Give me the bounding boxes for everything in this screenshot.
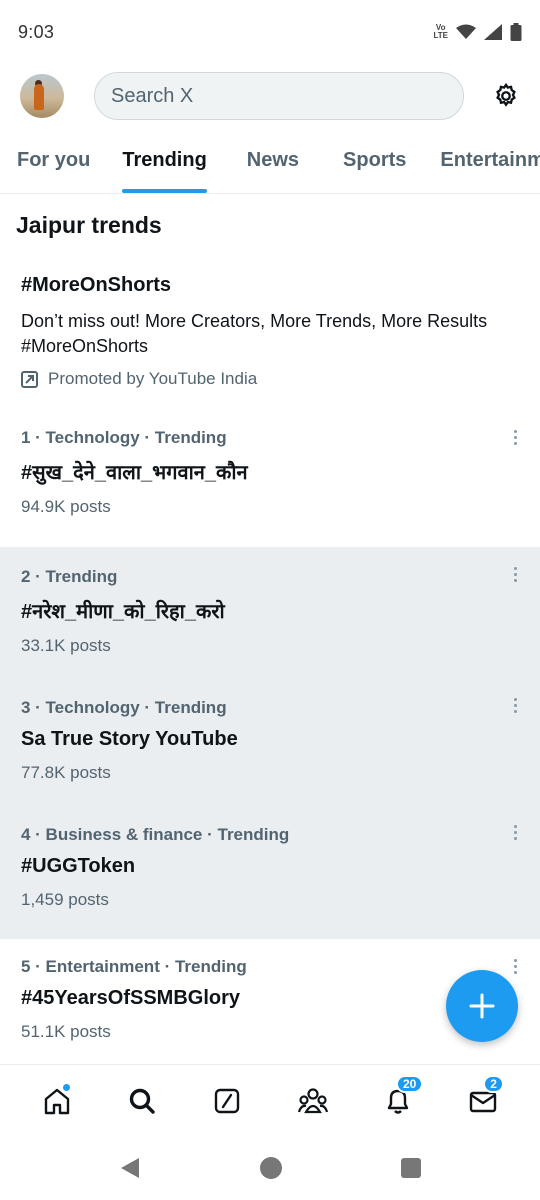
- active-tab-indicator: [122, 189, 207, 193]
- trend-name: Sa True Story YouTube: [21, 728, 238, 750]
- tab-label: Sports: [343, 149, 407, 171]
- promoted-by: Promoted by YouTube India: [21, 369, 520, 389]
- wifi-icon: [456, 24, 476, 39]
- trend-count: 33.1K posts: [21, 636, 111, 655]
- trend-meta: 2 · Trending: [21, 567, 118, 586]
- system-navigation-bar: [0, 1136, 540, 1200]
- signal-icon: [484, 24, 502, 40]
- home-unread-dot: [61, 1082, 71, 1092]
- explore-tabs: For you Trending News Sports Entertainme…: [0, 128, 540, 194]
- trend-name: #सुख_देने_वाला_भगवान_कौन: [21, 462, 248, 484]
- back-icon[interactable]: [119, 1156, 141, 1180]
- promoted-trend[interactable]: #MoreOnShorts Don’t miss out! More Creat…: [0, 256, 540, 416]
- trend-item[interactable]: 1 · Technology · Trending #सुख_देने_वाला…: [0, 416, 540, 547]
- tab-label: News: [246, 149, 300, 171]
- communities-icon: [297, 1087, 328, 1113]
- recents-square-icon[interactable]: [401, 1158, 421, 1178]
- trend-item[interactable]: 2 · Trending #नरेश_मीणा_को_रिहा_करो 33.1…: [0, 547, 540, 679]
- more-options-icon[interactable]: [514, 825, 518, 840]
- search-placeholder: Search X: [111, 84, 194, 107]
- trend-meta: 3 · Technology · Trending: [21, 698, 227, 717]
- more-options-icon[interactable]: [514, 567, 518, 582]
- promoted-description: Don’t miss out! More Creators, More Tren…: [21, 311, 488, 356]
- trend-name: #नरेश_मीणा_को_रिहा_करो: [21, 601, 225, 623]
- plus-icon: [469, 993, 495, 1019]
- nav-home[interactable]: [37, 1081, 77, 1121]
- trend-meta: 5 · Entertainment · Trending: [21, 957, 247, 976]
- more-options-icon[interactable]: [514, 698, 518, 713]
- top-header: Search X: [0, 64, 540, 128]
- trend-item[interactable]: 4 · Business & finance · Trending #UGGTo…: [0, 807, 540, 939]
- promoted-arrow-icon: [21, 370, 38, 388]
- tab-entertainment[interactable]: Entertainment: [440, 128, 540, 193]
- tab-label: Entertainment: [440, 149, 540, 171]
- nav-grok[interactable]: [207, 1081, 247, 1121]
- compose-post-button[interactable]: [446, 970, 518, 1042]
- nav-communities[interactable]: [293, 1081, 333, 1121]
- search-input[interactable]: Search X: [94, 72, 464, 120]
- tab-label: Trending: [122, 149, 207, 171]
- nav-notifications[interactable]: 20: [378, 1074, 424, 1121]
- more-options-icon[interactable]: [514, 430, 518, 445]
- tab-label: For you: [17, 149, 91, 171]
- volte-bottom-label: LTE: [433, 31, 448, 40]
- tab-news[interactable]: News: [247, 128, 299, 193]
- volte-icon: Vo LTE: [433, 24, 448, 40]
- tab-trending[interactable]: Trending: [122, 128, 207, 193]
- notifications-badge: 20: [395, 1074, 424, 1093]
- status-icons: Vo LTE: [433, 23, 522, 41]
- trend-item[interactable]: 3 · Technology · Trending Sa True Story …: [0, 679, 540, 807]
- tab-sports[interactable]: Sports: [343, 128, 406, 193]
- grok-icon: [215, 1088, 240, 1113]
- trend-count: 51.1K posts: [21, 1022, 111, 1041]
- battery-icon: [510, 23, 522, 41]
- trend-count: 1,459 posts: [21, 890, 109, 909]
- more-options-icon[interactable]: [514, 959, 518, 974]
- trend-meta: 1 · Technology · Trending: [21, 428, 227, 447]
- trend-count: 77.8K posts: [21, 763, 111, 782]
- home-circle-icon[interactable]: [259, 1156, 283, 1180]
- nav-explore[interactable]: [122, 1081, 162, 1121]
- trend-meta: 4 · Business & finance · Trending: [21, 825, 290, 844]
- search-icon: [129, 1088, 155, 1114]
- tab-for-you[interactable]: For you: [0, 128, 90, 193]
- settings-gear-icon[interactable]: [490, 80, 522, 112]
- promoted-hashtag: #MoreOnShorts: [21, 274, 172, 296]
- trend-name: #UGGToken: [21, 855, 136, 877]
- profile-avatar[interactable]: [20, 74, 64, 118]
- status-time: 9:03: [18, 21, 55, 42]
- messages-badge: 2: [483, 1074, 504, 1093]
- nav-messages[interactable]: 2: [463, 1074, 504, 1121]
- trend-count: 94.9K posts: [21, 497, 111, 516]
- status-bar: 9:03 Vo LTE: [0, 0, 540, 64]
- bottom-navigation: 20 2: [0, 1064, 540, 1136]
- promoted-by-label: Promoted by YouTube India: [48, 369, 258, 388]
- section-title: Jaipur trends: [16, 212, 162, 238]
